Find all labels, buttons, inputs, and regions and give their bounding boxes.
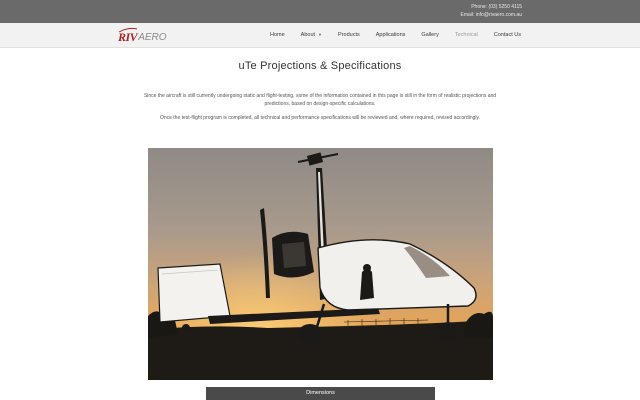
gyroplane-photo bbox=[148, 148, 493, 380]
page-title: uTe Projections & Specifications bbox=[238, 60, 402, 72]
nav-item-about-label: About bbox=[300, 32, 316, 38]
logo-swoosh-icon bbox=[118, 27, 138, 33]
nav-item-home[interactable]: Home bbox=[262, 32, 293, 38]
top-contact-bar: Phone: (03) 5250 4115 Email: info@rivaer… bbox=[0, 0, 640, 23]
nav-item-gallery[interactable]: Gallery bbox=[413, 32, 446, 38]
nav-item-applications[interactable]: Applications bbox=[368, 32, 414, 38]
main-navbar: RIV AERO Home About ▼ Products Applicatio… bbox=[0, 23, 640, 48]
chevron-down-icon: ▼ bbox=[318, 32, 323, 37]
note-paragraph: Once the test-flight program is complete… bbox=[159, 115, 481, 121]
nav-item-technical[interactable]: Technical bbox=[447, 32, 486, 38]
gyroplane-silhouette-image bbox=[148, 148, 493, 380]
nav-menu: Home About ▼ Products Applications Galler… bbox=[262, 23, 529, 47]
nav-item-about[interactable]: About ▼ bbox=[293, 32, 330, 38]
nav-item-products[interactable]: Products bbox=[330, 32, 368, 38]
dimensions-label: Dimensions bbox=[306, 390, 335, 396]
logo-aero-text: AERO bbox=[138, 32, 167, 43]
intro-paragraph: Since the aircraft is still currently un… bbox=[143, 93, 497, 107]
phone-text[interactable]: Phone: (03) 5250 4115 bbox=[461, 3, 522, 11]
email-text[interactable]: Email: info@rivaero.com.au bbox=[461, 11, 523, 19]
rivaero-logo[interactable]: RIV AERO bbox=[118, 27, 167, 43]
dimensions-section-header[interactable]: Dimensions bbox=[206, 387, 435, 400]
nav-item-contact-us[interactable]: Contact Us bbox=[486, 32, 529, 38]
contact-info: Phone: (03) 5250 4115 Email: info@rivaer… bbox=[461, 3, 523, 19]
